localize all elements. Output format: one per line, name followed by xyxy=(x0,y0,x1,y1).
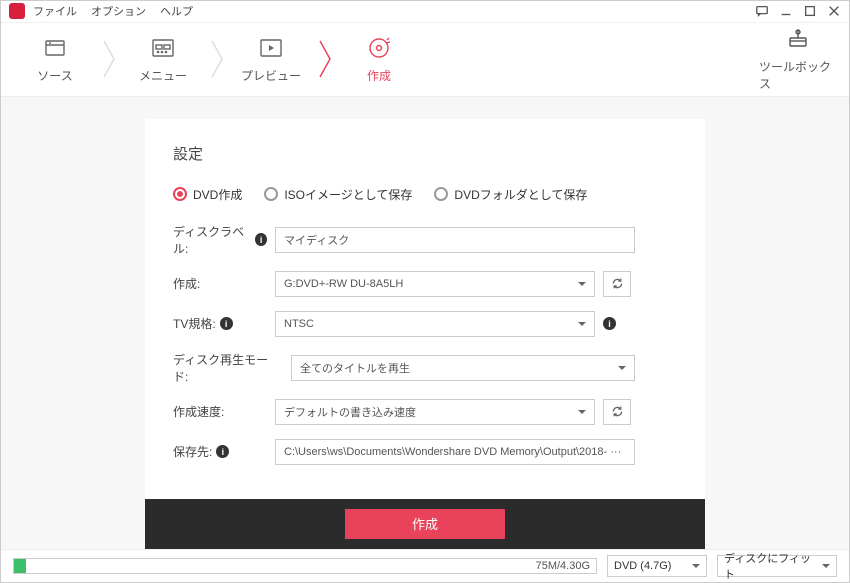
info-icon[interactable]: i xyxy=(603,317,616,330)
chevron-down-icon xyxy=(618,366,626,370)
chevron-down-icon xyxy=(692,564,700,568)
step-chevron xyxy=(97,22,121,96)
radio-dot-icon xyxy=(173,187,187,201)
chevron-down-icon xyxy=(578,282,586,286)
select-value: デフォルトの書き込み速度 xyxy=(284,404,416,420)
step-create[interactable]: 作成 xyxy=(337,22,421,96)
settings-panel: 設定 DVD作成 ISOイメージとして保存 DVDフォルダとして保存 ディスクラ… xyxy=(145,119,705,549)
tv-standard-label: TV規格: xyxy=(173,315,216,332)
feedback-icon[interactable] xyxy=(755,4,769,18)
minimize-icon[interactable] xyxy=(779,4,793,18)
info-icon[interactable]: i xyxy=(255,233,267,246)
step-label: メニュー xyxy=(139,67,187,84)
menubar: ファイル オプション ヘルプ xyxy=(33,3,193,19)
step-preview[interactable]: プレビュー xyxy=(229,22,313,96)
step-label: ソース xyxy=(37,67,72,84)
output-type-radios: DVD作成 ISOイメージとして保存 DVDフォルダとして保存 xyxy=(173,186,677,203)
radio-dvd[interactable]: DVD作成 xyxy=(173,186,242,203)
create-icon xyxy=(366,35,392,61)
progress-fill xyxy=(14,559,26,573)
menu-option[interactable]: オプション xyxy=(91,3,146,19)
select-value: NTSC xyxy=(284,318,314,330)
burn-speed-label: 作成速度: xyxy=(173,403,224,420)
toolbox-icon xyxy=(785,26,811,52)
radio-label: DVD作成 xyxy=(193,186,242,203)
refresh-speed-button[interactable] xyxy=(603,399,631,425)
radio-folder[interactable]: DVDフォルダとして保存 xyxy=(434,186,587,203)
save-to-field[interactable]: C:\Users\ws\Documents\Wondershare DVD Me… xyxy=(275,439,635,465)
toolbox-label: ツールボックス xyxy=(759,58,837,92)
info-icon[interactable]: i xyxy=(220,317,233,330)
menu-help[interactable]: ヘルプ xyxy=(160,3,193,19)
source-icon xyxy=(42,35,68,61)
burn-speed-select[interactable]: デフォルトの書き込み速度 xyxy=(275,399,595,425)
select-value: DVD (4.7G) xyxy=(614,560,671,572)
maximize-icon[interactable] xyxy=(803,4,817,18)
panel-title: 設定 xyxy=(173,143,677,164)
radio-iso[interactable]: ISOイメージとして保存 xyxy=(264,186,412,203)
select-value: C:\Users\ws\Documents\Wondershare DVD Me… xyxy=(284,446,621,458)
disc-type-select[interactable]: DVD (4.7G) xyxy=(607,555,707,577)
window-controls xyxy=(755,4,841,18)
radio-dot-icon xyxy=(264,187,278,201)
radio-label: ISOイメージとして保存 xyxy=(284,186,412,203)
save-to-label: 保存先: xyxy=(173,443,212,460)
burn-bar: 作成 xyxy=(145,499,705,549)
close-icon[interactable] xyxy=(827,4,841,18)
drive-select[interactable]: G:DVD+-RW DU-8A5LH xyxy=(275,271,595,297)
progress-text: 75M/4.30G xyxy=(536,560,590,572)
refresh-icon xyxy=(611,405,624,418)
disc-label-input[interactable] xyxy=(275,227,635,253)
step-chevron xyxy=(205,22,229,96)
select-value: ディスクにフィット xyxy=(724,550,814,582)
step-chevron xyxy=(313,22,337,96)
tv-standard-select[interactable]: NTSC xyxy=(275,311,595,337)
create-drive-label: 作成: xyxy=(173,275,200,292)
content-area: 設定 DVD作成 ISOイメージとして保存 DVDフォルダとして保存 ディスクラ… xyxy=(1,97,849,549)
chevron-down-icon xyxy=(578,410,586,414)
radio-dot-icon xyxy=(434,187,448,201)
playback-mode-select[interactable]: 全てのタイトルを再生 xyxy=(291,355,635,381)
capacity-progress: 75M/4.30G xyxy=(13,558,597,574)
refresh-icon xyxy=(611,277,624,290)
info-icon[interactable]: i xyxy=(216,445,229,458)
menu-icon xyxy=(150,35,176,61)
playback-mode-label: ディスク再生モード: xyxy=(173,351,283,385)
burn-button[interactable]: 作成 xyxy=(345,509,505,539)
menu-file[interactable]: ファイル xyxy=(33,3,77,19)
toolbox-button[interactable]: ツールボックス xyxy=(759,26,849,92)
chevron-down-icon xyxy=(822,564,830,568)
select-value: G:DVD+-RW DU-8A5LH xyxy=(284,278,403,290)
preview-icon xyxy=(258,35,284,61)
step-label: プレビュー xyxy=(241,67,301,84)
select-value: 全てのタイトルを再生 xyxy=(300,360,410,376)
refresh-drive-button[interactable] xyxy=(603,271,631,297)
titlebar: ファイル オプション ヘルプ xyxy=(1,1,849,23)
step-source[interactable]: ソース xyxy=(13,22,97,96)
disc-label-label: ディスクラベル: xyxy=(173,223,251,257)
radio-label: DVDフォルダとして保存 xyxy=(454,186,587,203)
app-icon xyxy=(9,3,25,19)
step-bar: ソース メニュー プレビュー 作成 ツールボックス xyxy=(1,23,849,97)
step-label: 作成 xyxy=(367,67,391,84)
chevron-down-icon xyxy=(578,322,586,326)
status-bar: 75M/4.30G DVD (4.7G) ディスクにフィット xyxy=(1,549,849,582)
step-menu[interactable]: メニュー xyxy=(121,22,205,96)
fit-select[interactable]: ディスクにフィット xyxy=(717,555,837,577)
